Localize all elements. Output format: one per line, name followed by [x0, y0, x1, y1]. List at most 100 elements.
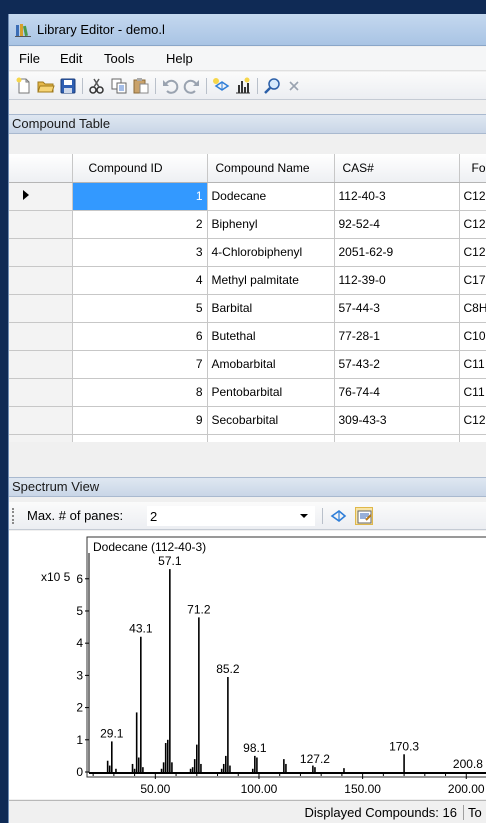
- cell-cas[interactable]: 112-40-3: [334, 182, 460, 211]
- cell-compound-id[interactable]: 7: [72, 350, 208, 379]
- row-header[interactable]: [9, 210, 73, 239]
- cell-formula[interactable]: C10: [459, 322, 486, 351]
- redo-icon[interactable]: [183, 77, 201, 95]
- open-icon[interactable]: [37, 77, 55, 95]
- row-header[interactable]: [9, 322, 73, 351]
- cell-compound-id[interactable]: 10: [72, 434, 208, 442]
- paste-icon[interactable]: [132, 77, 150, 95]
- y-tick-label: 3: [76, 668, 83, 682]
- chevron-down-icon[interactable]: [300, 514, 308, 518]
- spectrum-view-header: Spectrum View: [9, 477, 486, 497]
- table-row[interactable]: 8 Pentobarbital 76-74-4 C11: [9, 378, 486, 407]
- column-header-formula[interactable]: Fom: [459, 154, 486, 183]
- new-spectrum-icon[interactable]: [234, 77, 252, 95]
- displayed-compounds-status: Displayed Compounds: 16: [304, 805, 457, 820]
- cell-formula[interactable]: C12: [459, 182, 486, 211]
- row-header[interactable]: [9, 434, 73, 442]
- row-header[interactable]: [9, 182, 73, 211]
- library-app-icon: [15, 24, 31, 37]
- cell-cas[interactable]: 92-52-4: [334, 210, 460, 239]
- cell-cas[interactable]: 2051-62-9: [334, 238, 460, 267]
- column-header-cas[interactable]: CAS#: [334, 154, 460, 183]
- undo-icon[interactable]: [161, 77, 179, 95]
- column-header-compound-id[interactable]: Compound ID: [72, 154, 208, 183]
- cell-compound-id[interactable]: 9: [72, 406, 208, 435]
- menu-tools[interactable]: Tools: [104, 51, 134, 66]
- cell-formula[interactable]: C17: [459, 266, 486, 295]
- table-row[interactable]: 4 Methyl palmitate 112-39-0 C17: [9, 266, 486, 295]
- menu-edit[interactable]: Edit: [60, 51, 82, 66]
- toolbar-grip[interactable]: [12, 508, 14, 524]
- cell-cas[interactable]: 112-39-0: [334, 266, 460, 295]
- row-header[interactable]: [9, 406, 73, 435]
- cell-formula[interactable]: C12: [459, 238, 486, 267]
- cell-cas[interactable]: 57-43-2: [334, 350, 460, 379]
- cell-compound-name[interactable]: Butethal: [207, 322, 335, 351]
- table-row[interactable]: 10Methadone76-99-3C21: [9, 434, 486, 442]
- row-header[interactable]: [9, 294, 73, 323]
- cell-compound-name[interactable]: Methyl palmitate: [207, 266, 335, 295]
- table-row[interactable]: 5 Barbital 57-44-3 C8H: [9, 294, 486, 323]
- cell-compound-name[interactable]: Secobarbital: [207, 406, 335, 435]
- menu-help[interactable]: Help: [166, 51, 193, 66]
- cell-compound-name[interactable]: 4-Chlorobiphenyl: [207, 238, 335, 267]
- cut-icon[interactable]: [88, 77, 106, 95]
- y-tick-label: 6: [76, 572, 83, 586]
- cell-compound-id[interactable]: 4: [72, 266, 208, 295]
- find-icon[interactable]: [263, 77, 281, 95]
- compound-table-header: Compound Table: [9, 114, 486, 134]
- library-editor-window: Library Editor - demo.l File Edit Tools …: [8, 14, 486, 823]
- delete-icon[interactable]: [285, 77, 303, 95]
- cell-compound-id[interactable]: 2: [72, 210, 208, 239]
- cell-compound-name[interactable]: Biphenyl: [207, 210, 335, 239]
- table-row[interactable]: 3 4-Chlorobiphenyl 2051-62-9 C12: [9, 238, 486, 267]
- table-row[interactable]: 7 Amobarbital 57-43-2 C11: [9, 350, 486, 379]
- menu-file[interactable]: File: [19, 51, 40, 66]
- row-header[interactable]: [9, 266, 73, 295]
- cell-compound-name[interactable]: Pentobarbital: [207, 378, 335, 407]
- x-tick-label: 200.00: [448, 782, 485, 796]
- cell-formula[interactable]: C12: [459, 406, 486, 435]
- cell-compound-name[interactable]: Dodecane: [207, 182, 335, 211]
- max-panes-select[interactable]: 2: [147, 506, 315, 526]
- cell-formula[interactable]: C11: [459, 350, 486, 379]
- cell-formula[interactable]: C11: [459, 378, 486, 407]
- cell-formula[interactable]: C12: [459, 210, 486, 239]
- cell-compound-name[interactable]: Amobarbital: [207, 350, 335, 379]
- cell-cas[interactable]: 57-44-3: [334, 294, 460, 323]
- cell-formula[interactable]: C8H: [459, 294, 486, 323]
- cell-cas[interactable]: 76-99-3: [334, 434, 460, 442]
- cell-compound-id[interactable]: 1: [72, 182, 208, 211]
- cell-compound-id[interactable]: 8: [72, 378, 208, 407]
- properties-icon[interactable]: [355, 507, 373, 525]
- copy-icon[interactable]: [110, 77, 128, 95]
- table-row[interactable]: 2 Biphenyl 92-52-4 C12: [9, 210, 486, 239]
- cell-cas[interactable]: 76-74-4: [334, 378, 460, 407]
- row-header[interactable]: [9, 238, 73, 267]
- cell-compound-id[interactable]: 3: [72, 238, 208, 267]
- row-header-corner: [9, 154, 73, 183]
- cell-cas[interactable]: 309-43-3: [334, 406, 460, 435]
- x-tick-label: 150.00: [344, 782, 381, 796]
- peak-label: 57.1: [158, 554, 182, 568]
- cell-compound-id[interactable]: 6: [72, 322, 208, 351]
- cell-compound-name[interactable]: Methadone: [207, 434, 335, 442]
- table-row[interactable]: 9 Secobarbital 309-43-3 C12: [9, 406, 486, 435]
- new-compound-icon[interactable]: [212, 77, 230, 95]
- save-icon[interactable]: [59, 77, 77, 95]
- table-row[interactable]: 6 Butethal 77-28-1 C10: [9, 322, 486, 351]
- table-row[interactable]: 1 Dodecane 112-40-3 C12: [9, 182, 486, 211]
- column-header-compound-name[interactable]: Compound Name: [207, 154, 335, 183]
- spectrum-tool-icon[interactable]: [329, 507, 347, 525]
- cell-formula[interactable]: C21: [459, 434, 486, 442]
- spectrum-chart[interactable]: Dodecane (112-40-3) x10 5 0 1 2 3 4 5 6 50.00 100.…: [9, 531, 486, 799]
- row-header[interactable]: [9, 378, 73, 407]
- row-header[interactable]: [9, 350, 73, 379]
- cell-cas[interactable]: 77-28-1: [334, 322, 460, 351]
- cell-compound-id[interactable]: 5: [72, 294, 208, 323]
- cell-compound-name[interactable]: Barbital: [207, 294, 335, 323]
- toolbar-separator: [206, 78, 207, 94]
- toolbar-separator: [155, 78, 156, 94]
- spectrum-plot-area[interactable]: Dodecane (112-40-3) x10 5 0 1 2 3 4 5 6 50.00 100.…: [9, 531, 486, 799]
- new-icon[interactable]: [15, 77, 33, 95]
